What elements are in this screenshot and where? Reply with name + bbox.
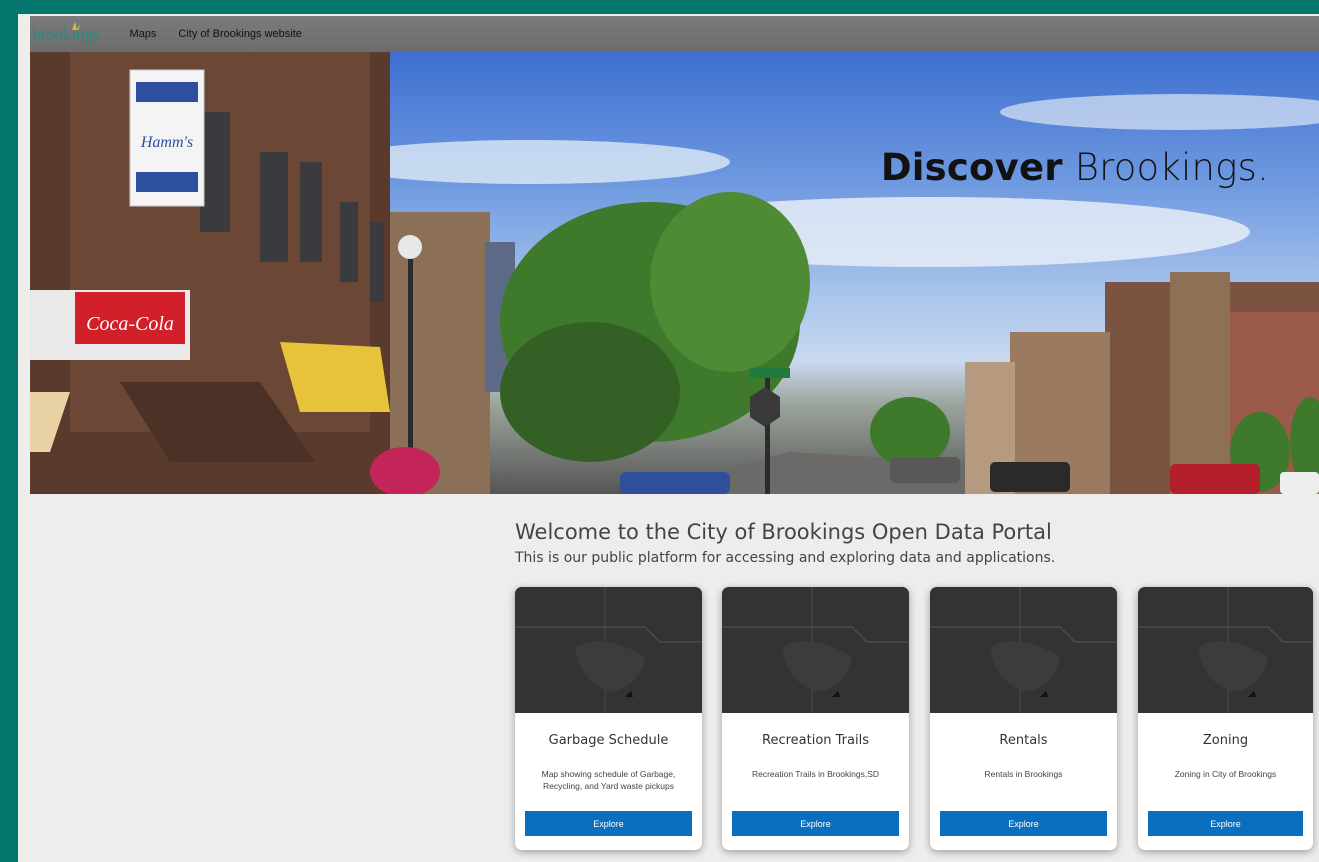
logo-leaf-icon [71,22,80,30]
card-rentals[interactable]: Rentals Rentals in Brookings Explore [930,587,1117,850]
brookings-logo[interactable]: brookings [30,16,112,52]
card-description: Map showing schedule of Garbage, Recycli… [541,769,676,791]
map-thumbnail-image [1138,587,1313,713]
hero-title-rest: Brookings. [1062,146,1269,189]
explore-button[interactable]: Explore [525,811,692,836]
svg-text:Hamm's: Hamm's [140,134,193,151]
welcome-section: Welcome to the City of Brookings Open Da… [515,520,1295,566]
card-description: Zoning in City of Brookings [1174,769,1277,779]
card-map-thumbnail [722,587,909,713]
card-description: Rentals in Brookings [984,769,1063,779]
card-title: Garbage Schedule [548,733,669,748]
map-thumbnail-image [515,587,702,713]
card-zoning[interactable]: Zoning Zoning in City of Brookings Explo… [1138,587,1313,850]
card-garbage-schedule[interactable]: Garbage Schedule Map showing schedule of… [515,587,702,850]
logo-text: brookings [32,23,100,44]
card-description: Recreation Trails in Brookings,SD [751,769,880,779]
card-map-thumbnail [1138,587,1313,713]
nav-link-city-website[interactable]: City of Brookings website [178,28,302,40]
map-thumbnail-image [722,587,909,713]
map-thumbnail-image [930,587,1117,713]
card-map-thumbnail [515,587,702,713]
card-recreation-trails[interactable]: Recreation Trails Recreation Trails in B… [722,587,909,850]
card-title: Recreation Trails [762,733,869,748]
card-title: Zoning [1202,733,1249,748]
top-nav: brookings Maps City of Brookings website [30,16,1319,52]
card-map-thumbnail [930,587,1117,713]
hero-title-bold: Discover [880,146,1063,189]
hero-street-image: Hamm's Coca-Cola [30,52,1319,494]
hero-title: Discover Brookings. [881,146,1269,189]
explore-button[interactable]: Explore [1148,811,1303,836]
explore-button[interactable]: Explore [940,811,1107,836]
welcome-heading: Welcome to the City of Brookings Open Da… [515,520,1052,544]
page-frame: brookings Maps City of Brookings website [18,14,1319,862]
nav-link-maps[interactable]: Maps [130,28,157,40]
explore-button[interactable]: Explore [732,811,899,836]
card-title: Rentals [999,733,1048,748]
welcome-subheading: This is our public platform for accessin… [515,550,1056,566]
hero-banner: Hamm's Coca-Cola Discover Brookings. [30,52,1319,494]
svg-text:Coca-Cola: Coca-Cola [86,313,174,335]
